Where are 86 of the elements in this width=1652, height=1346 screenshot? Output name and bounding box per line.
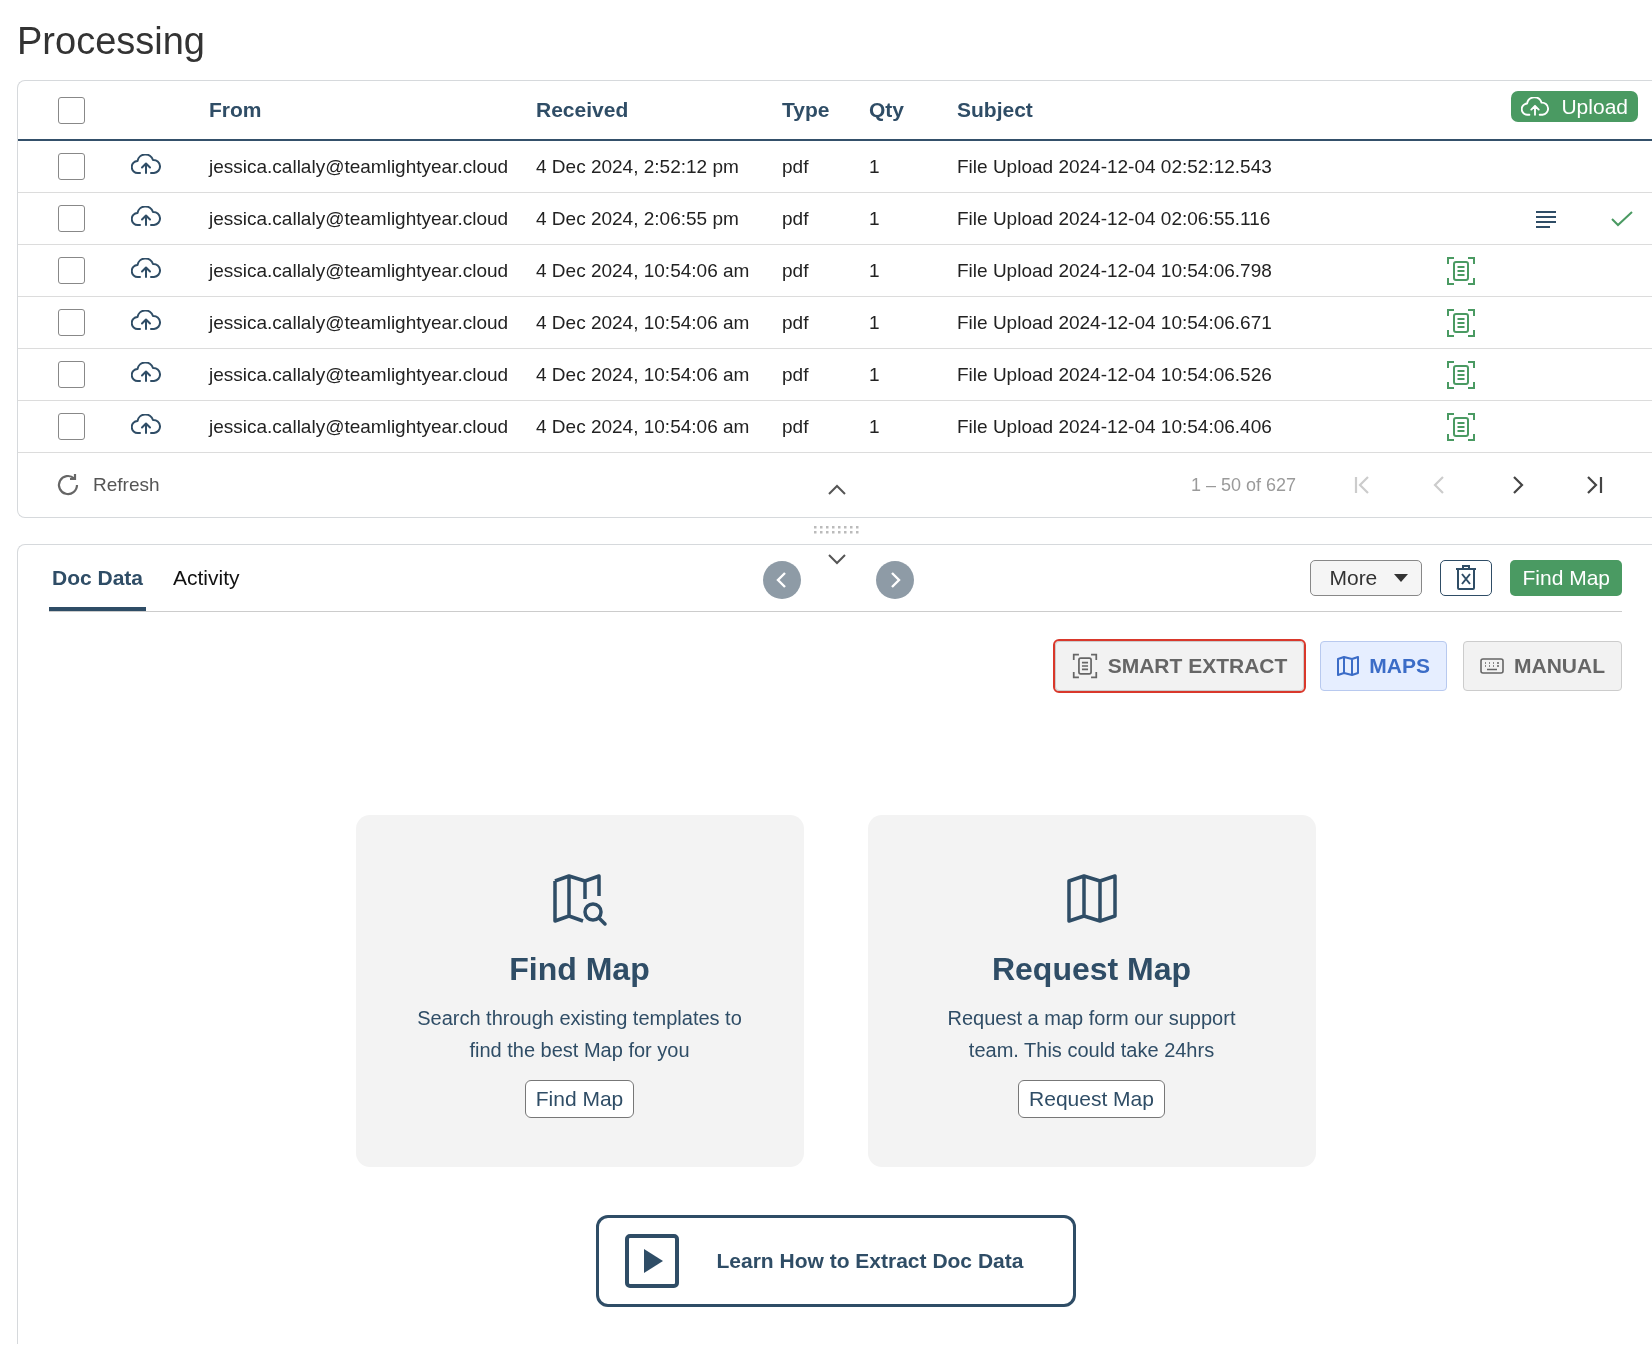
refresh-button[interactable]: Refresh <box>55 472 160 498</box>
card-description: Search through existing templates to find the best Map for you <box>416 1006 743 1063</box>
quantity: 1 <box>869 363 880 385</box>
chevron-icon <box>775 572 789 588</box>
quantity: 1 <box>869 155 880 177</box>
received-date: 4 Dec 2024, 2:52:12 pm <box>536 155 739 177</box>
map-icon <box>1337 656 1360 676</box>
map-search-icon <box>551 873 608 927</box>
subject-text: File Upload 2024-12-04 10:54:06.671 <box>957 311 1272 333</box>
received-date: 4 Dec 2024, 10:54:06 am <box>536 259 750 281</box>
sender-email: jessica.callaly@teamlightyear.cloud <box>209 311 509 333</box>
scan-document-icon <box>1071 653 1098 679</box>
collapse-up-icon[interactable] <box>828 484 846 495</box>
previous-document-button[interactable] <box>763 561 801 599</box>
quantity: 1 <box>869 207 880 229</box>
sender-email: jessica.callaly@teamlightyear.cloud <box>209 207 509 229</box>
refresh-icon <box>55 472 81 498</box>
play-icon <box>624 1234 679 1288</box>
page-title: Processing <box>17 19 206 64</box>
cloud-upload-icon <box>131 413 161 435</box>
cloud-upload-icon <box>131 309 161 331</box>
quantity: 1 <box>869 415 880 437</box>
more-dropdown[interactable]: More <box>1310 560 1423 596</box>
trash-icon <box>1455 565 1478 591</box>
find-map-button[interactable]: Find Map <box>524 1080 635 1118</box>
collapse-down-icon[interactable] <box>828 554 846 565</box>
file-type: pdf <box>782 363 809 385</box>
checkbox[interactable] <box>58 96 85 124</box>
column-header[interactable]: Received <box>536 92 629 121</box>
file-type: pdf <box>782 311 809 333</box>
subject-text: File Upload 2024-12-04 10:54:06.798 <box>957 259 1272 281</box>
received-date: 4 Dec 2024, 10:54:06 am <box>536 415 750 437</box>
file-type: pdf <box>782 155 809 177</box>
manual-button[interactable]: MANUAL <box>1463 641 1622 691</box>
checkbox[interactable] <box>58 309 85 336</box>
column-header[interactable]: Type <box>782 92 830 121</box>
scan-document-icon[interactable] <box>1446 359 1476 390</box>
keyboard-icon <box>1480 658 1504 674</box>
page-range: 1 – 50 of 627 <box>1190 474 1296 496</box>
next-document-button[interactable] <box>876 561 914 599</box>
scan-document-icon[interactable] <box>1446 255 1476 286</box>
checkbox[interactable] <box>58 257 85 284</box>
subject-text: File Upload 2024-12-04 02:52:12.543 <box>957 155 1272 177</box>
caret-icon <box>1394 574 1409 582</box>
maps-button[interactable]: MAPS <box>1320 641 1447 691</box>
sender-email: jessica.callaly@teamlightyear.cloud <box>209 363 509 385</box>
subject-text: File Upload 2024-12-04 10:54:06.406 <box>957 415 1272 437</box>
sender-email: jessica.callaly@teamlightyear.cloud <box>209 259 509 281</box>
smart-extract-button[interactable]: SMART EXTRACT <box>1054 641 1305 691</box>
scan-document-icon[interactable] <box>1446 307 1476 338</box>
tab[interactable]: Activity <box>170 545 243 611</box>
subject-text: File Upload 2024-12-04 02:06:55.116 <box>957 207 1271 229</box>
quantity: 1 <box>869 311 880 333</box>
delete-button[interactable] <box>1440 560 1493 596</box>
card-description: Request a map form our support team. This could take 24hrs <box>946 1006 1237 1063</box>
checkbox[interactable] <box>58 361 85 388</box>
file-type: pdf <box>782 207 809 229</box>
received-date: 4 Dec 2024, 10:54:06 am <box>536 363 750 385</box>
file-type: pdf <box>782 259 809 281</box>
cloud-upload-icon <box>131 257 161 279</box>
sender-email: jessica.callaly@teamlightyear.cloud <box>209 415 509 437</box>
column-header[interactable]: Subject <box>957 92 1033 121</box>
learn-video-button[interactable]: Learn How to Extract Doc Data <box>595 1215 1076 1307</box>
scan-document-icon[interactable] <box>1446 411 1476 442</box>
resize-grip[interactable] <box>813 526 861 534</box>
card-title: Find Map <box>509 951 650 988</box>
received-date: 4 Dec 2024, 10:54:06 am <box>536 311 750 333</box>
cloud-upload-icon <box>131 361 161 383</box>
cloud-upload-icon <box>131 153 161 175</box>
chevron-icon <box>888 572 902 588</box>
column-header[interactable]: From <box>209 92 262 121</box>
sender-email: jessica.callaly@teamlightyear.cloud <box>209 155 509 177</box>
cloud-upload-icon <box>131 205 161 227</box>
checkbox[interactable] <box>58 205 85 232</box>
column-header[interactable]: Qty <box>869 92 904 121</box>
cloud-upload-icon <box>1521 96 1550 117</box>
file-type: pdf <box>782 415 809 437</box>
received-date: 4 Dec 2024, 2:06:55 pm <box>536 207 739 229</box>
lines-icon[interactable] <box>1535 209 1557 228</box>
checkbox[interactable] <box>58 413 85 440</box>
tab[interactable]: Doc Data <box>49 545 147 611</box>
subject-text: File Upload 2024-12-04 10:54:06.526 <box>957 363 1272 385</box>
card-title: Request Map <box>991 951 1192 988</box>
request-map-button[interactable]: Request Map <box>1018 1080 1165 1118</box>
checkbox[interactable] <box>58 153 85 180</box>
quantity: 1 <box>869 259 880 281</box>
